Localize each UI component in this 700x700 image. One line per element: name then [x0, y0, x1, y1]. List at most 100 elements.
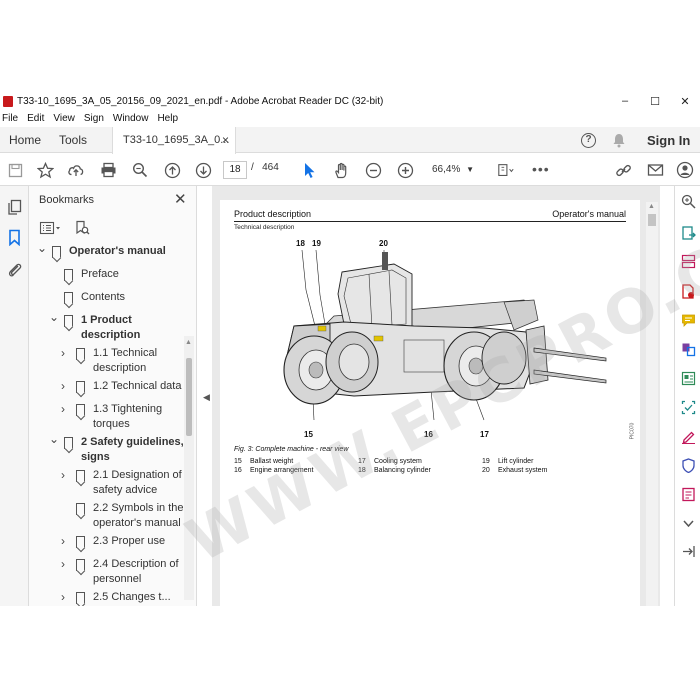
- bookmark-icon: [76, 536, 85, 548]
- zoom-search-icon[interactable]: [681, 194, 696, 209]
- arrow-up-circle-icon: [164, 162, 180, 178]
- document-scrollbar[interactable]: ▲: [646, 202, 658, 606]
- help-icon: ?: [581, 132, 596, 148]
- comment-icon[interactable]: [681, 313, 696, 328]
- find-bookmark-icon[interactable]: [75, 220, 90, 236]
- bookmark-icon: [76, 470, 85, 482]
- more-tools-chevron-down-icon[interactable]: [681, 516, 696, 531]
- chevron-right-icon[interactable]: ›: [61, 557, 71, 571]
- chevron-right-icon[interactable]: ›: [61, 534, 71, 548]
- collapse-panel-arrow-icon[interactable]: ◀: [203, 392, 210, 403]
- document-scroll-up-icon[interactable]: ▲: [648, 203, 655, 210]
- minimize-button[interactable]: –: [610, 92, 640, 110]
- chevron-right-icon[interactable]: ›: [61, 590, 71, 604]
- bookmarks-panel: Bookmarks ✕ ⌄ Operator's manual Preface Con…: [29, 186, 197, 606]
- options-list-icon[interactable]: [39, 221, 61, 235]
- window-title: T33-10_1695_3A_05_20156_09_2021_en.pdf -…: [17, 95, 384, 107]
- edit-pdf-icon[interactable]: [681, 371, 696, 386]
- plus-circle-icon: [397, 162, 413, 178]
- print-button[interactable]: [99, 161, 117, 179]
- fill-sign-icon[interactable]: [681, 429, 696, 444]
- document-scroll-thumb[interactable]: [648, 214, 656, 226]
- share-link-button[interactable]: [614, 161, 632, 179]
- minus-circle-icon: [365, 162, 381, 178]
- page-thumbnails-button[interactable]: [6, 198, 23, 216]
- chevron-right-icon[interactable]: ›: [61, 346, 71, 360]
- chevron-down-icon[interactable]: ⌄: [49, 432, 59, 446]
- account-button[interactable]: [676, 161, 694, 179]
- page-number-input[interactable]: 18: [223, 161, 247, 179]
- email-button[interactable]: [646, 161, 664, 179]
- chevron-down-icon[interactable]: ⌄: [37, 241, 47, 255]
- tab-home[interactable]: Home: [9, 127, 41, 153]
- save-button[interactable]: [6, 161, 24, 179]
- bookmark-label-line2: description: [81, 329, 141, 341]
- tools-rail: [674, 186, 700, 606]
- bell-icon: [613, 133, 625, 147]
- create-pdf-icon[interactable]: [681, 284, 696, 299]
- tab-document[interactable]: T33-10_1695_3A_0... ×: [112, 127, 236, 154]
- chevron-right-icon[interactable]: ›: [61, 379, 71, 393]
- menu-sign[interactable]: Sign: [84, 113, 104, 124]
- bookmark-icon: [9, 229, 20, 246]
- page-total-count: 464: [262, 162, 279, 173]
- maximize-button[interactable]: ☐: [640, 92, 670, 110]
- expand-panel-icon[interactable]: [681, 544, 696, 559]
- bookmark-label-line2: operator's manual: [93, 517, 181, 529]
- bookmarks-panel-button[interactable]: [6, 228, 23, 246]
- legend-text: Balancing cylinder: [374, 467, 431, 474]
- bookmarks-scroll-thumb[interactable]: [186, 358, 192, 436]
- bookmark-icon: [64, 437, 73, 449]
- link-icon: [615, 164, 631, 176]
- bookmark-icon: [76, 404, 85, 416]
- more-tools-button[interactable]: •••: [532, 161, 550, 177]
- prepare-form-icon[interactable]: [681, 487, 696, 502]
- chevron-right-icon[interactable]: ›: [61, 402, 71, 416]
- title-bar: T33-10_1695_3A_05_20156_09_2021_en.pdf -…: [0, 92, 700, 110]
- previous-page-button[interactable]: [163, 161, 181, 179]
- page-layout-button[interactable]: [497, 161, 515, 179]
- legend-row: 15 Ballast weight 17 Cooling system 19 L…: [234, 458, 626, 467]
- bookmarks-close-icon[interactable]: ✕: [174, 190, 187, 208]
- notifications-button[interactable]: [612, 127, 626, 153]
- menu-view[interactable]: View: [53, 113, 75, 124]
- scroll-up-arrow-icon[interactable]: ▲: [185, 339, 192, 346]
- tab-close-icon[interactable]: ×: [222, 127, 229, 153]
- menu-help[interactable]: Help: [157, 113, 178, 124]
- bookmark-label: 1.1 Technical: [93, 347, 158, 359]
- save-icon: [8, 163, 22, 177]
- zoom-in-button[interactable]: [396, 161, 414, 179]
- envelope-icon: [647, 164, 663, 176]
- help-button[interactable]: ?: [581, 127, 597, 153]
- chevron-down-icon[interactable]: ⌄: [49, 310, 59, 324]
- tab-tools[interactable]: Tools: [59, 127, 87, 153]
- upload-cloud-button[interactable]: [67, 161, 85, 179]
- close-window-button[interactable]: ✕: [670, 92, 700, 110]
- legend-number: 17: [358, 458, 366, 465]
- bookmarks-scrollbar[interactable]: ▲: [184, 336, 194, 600]
- attachments-button[interactable]: [6, 260, 23, 278]
- tab-document-label: T33-10_1695_3A_0...: [123, 134, 230, 146]
- bookmark-star-button[interactable]: [36, 161, 54, 179]
- combine-files-icon[interactable]: [681, 342, 696, 357]
- scan-ocr-icon[interactable]: [681, 400, 696, 415]
- zoom-level-select[interactable]: 66,4% ▼: [426, 161, 478, 179]
- bookmark-label: Preface: [81, 268, 119, 280]
- next-page-button[interactable]: [194, 161, 212, 179]
- callout-17: 17: [480, 430, 489, 439]
- chevron-right-icon[interactable]: ›: [61, 468, 71, 482]
- menu-edit[interactable]: Edit: [27, 113, 44, 124]
- export-pdf-icon[interactable]: [681, 226, 696, 241]
- zoom-out-button[interactable]: [364, 161, 382, 179]
- bookmark-label: Contents: [81, 291, 126, 303]
- callout-20: 20: [379, 239, 388, 248]
- hand-tool-button[interactable]: [332, 161, 350, 179]
- menu-file[interactable]: File: [2, 113, 18, 124]
- protect-shield-icon[interactable]: [681, 458, 696, 473]
- menu-window[interactable]: Window: [113, 113, 149, 124]
- sign-in-button[interactable]: Sign In: [647, 127, 690, 153]
- find-button[interactable]: [131, 161, 149, 179]
- select-tool-button[interactable]: [301, 161, 319, 179]
- organize-pages-icon[interactable]: [681, 254, 696, 269]
- bookmark-label-line2: personnel: [93, 573, 142, 585]
